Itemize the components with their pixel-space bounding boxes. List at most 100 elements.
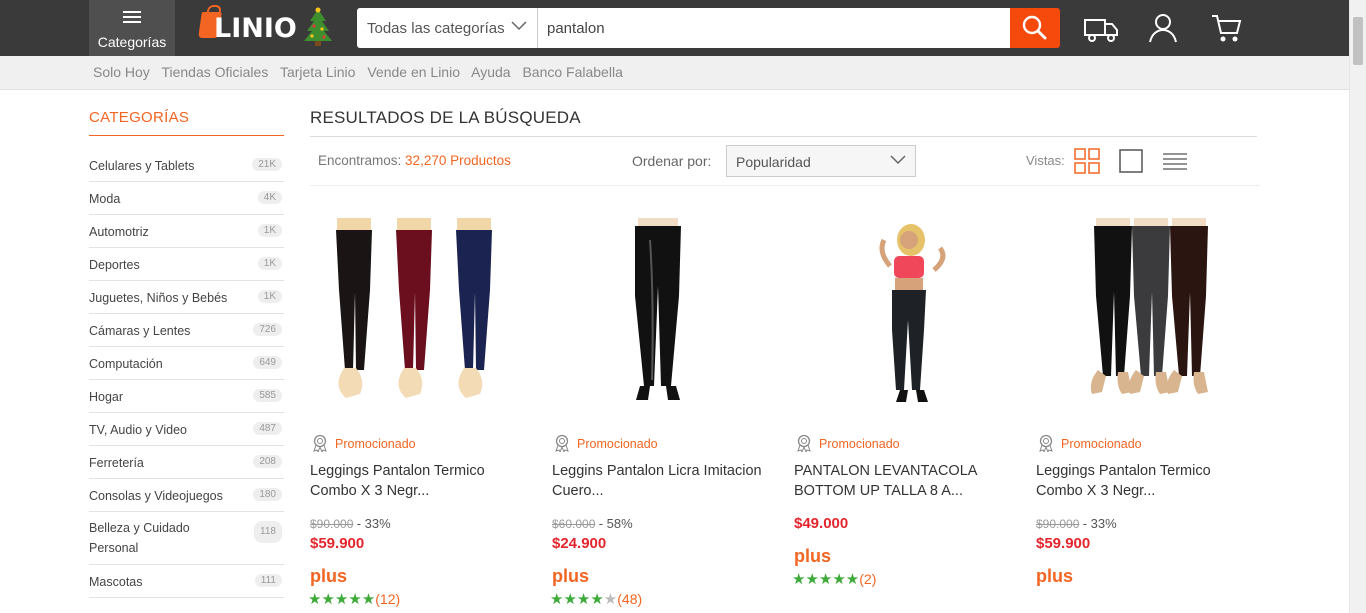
views-label: Vistas: [1026,153,1065,168]
product-card[interactable]: Promocionado PANTALON LEVANTACOLA BOTTOM… [792,200,1024,613]
strikethrough-price: $90.000 [310,517,354,531]
nav-link-ayuda[interactable]: Ayuda [471,64,510,80]
review-count[interactable]: (12) [375,591,400,607]
category-label: Hogar [89,390,124,404]
results-count: Encontramos: 32,270 Productos [318,153,511,168]
category-label: Ferretería [89,456,144,470]
sidebar-title-underline [89,135,284,136]
product-name[interactable]: Leggings Pantalon Termico Combo X 3 Negr… [1036,461,1261,501]
user-icon[interactable] [1148,12,1178,44]
search-bar: Todas las categorías [357,8,1060,48]
plus-badge: plus [794,546,832,566]
category-count: 649 [253,356,282,369]
sort-select[interactable]: Popularidad [726,145,916,177]
award-icon [555,434,569,454]
single-view-icon[interactable] [1118,148,1144,174]
product-card[interactable]: Promocionado Leggings Pantalon Termico C… [1036,200,1266,613]
promoted-label: Promocionado [577,437,658,451]
product-card[interactable]: Promocionado Leggins Pantalon Licra Imit… [550,200,782,613]
product-image [336,218,492,398]
category-item[interactable]: Mascotas 111 [89,565,284,598]
nav-link-banco-falabella[interactable]: Banco Falabella [522,64,622,80]
category-item[interactable]: Belleza y Cuidado Personal 118 [89,512,284,565]
category-item[interactable]: Ferretería 208 [89,446,284,479]
product-image [635,218,681,400]
product-price: $24.900 [552,535,607,552]
plus-badge: plus [552,566,590,586]
secondary-nav: Solo Hoy Tiendas Oficiales Tarjeta Linio… [0,56,1366,90]
promoted-label: Promocionado [1061,437,1142,451]
promoted-label: Promocionado [335,437,416,451]
discount-percent: - 33% [356,516,391,531]
plus-badge: plus [310,566,348,586]
sort-label: Ordenar por: [632,153,712,169]
discount-percent: - 33% [1082,516,1117,531]
category-count: 111 [254,574,282,587]
product-rating: ★★★★★(2) [792,570,876,588]
star-rating-icon: ★★★★★ [550,591,618,608]
page-scrollbar[interactable] [1349,0,1366,613]
nav-link-vende-en-linio[interactable]: Vende en Linio [367,64,460,80]
product-name[interactable]: Leggins Pantalon Licra Imitacion Cuero..… [552,461,777,501]
product-card[interactable]: Promocionado Leggings Pantalon Termico C… [308,200,540,613]
search-icon [1022,15,1047,40]
star-rating-icon: ★★★★★ [792,571,860,588]
list-view-icon[interactable] [1162,148,1188,174]
category-item[interactable]: Cámaras y Lentes 726 [89,314,284,347]
search-input[interactable] [538,8,1010,48]
category-item[interactable]: Moda 4K [89,182,284,215]
category-item[interactable]: Consolas y Videojuegos 180 [89,479,284,512]
hamburger-icon [123,11,141,23]
category-count: 208 [253,455,282,468]
scrollbar-thumb[interactable] [1353,17,1363,65]
promoted-label: Promocionado [819,437,900,451]
category-label: Celulares y Tablets [89,159,195,173]
category-item[interactable]: TV, Audio y Video 487 [89,413,284,446]
category-count: 118 [254,521,282,543]
top-bar: Categorías LINIO Todas las categorías [0,0,1366,56]
product-price: $59.900 [1036,535,1091,552]
nav-link-solo-hoy[interactable]: Solo Hoy [93,64,150,80]
categories-menu-button[interactable]: Categorías [89,0,175,56]
nav-link-tarjeta-linio[interactable]: Tarjeta Linio [280,64,356,80]
category-item[interactable]: Celulares y Tablets 21K [89,149,284,182]
category-item[interactable]: Computación 649 [89,347,284,380]
nav-link-tiendas-oficiales[interactable]: Tiendas Oficiales [161,64,268,80]
category-label: Computación [89,357,163,371]
grid-view-icon[interactable] [1074,148,1100,174]
shopping-cart-icon[interactable] [1210,12,1242,44]
category-label: Consolas y Videojuegos [89,489,223,503]
category-label: Moda [89,192,121,206]
chevron-down-icon [511,21,527,31]
review-count[interactable]: (48) [617,591,642,607]
category-label: Automotriz [89,225,149,239]
results-divider [310,136,1257,137]
plus-badge: plus [1036,566,1074,586]
category-count: 21K [252,158,282,171]
category-count: 180 [253,488,282,501]
linio-logo[interactable]: LINIO [198,10,300,44]
category-count: 1K [257,290,282,303]
category-item[interactable]: Juguetes, Niños y Bebés 1K [89,281,284,314]
search-category-select[interactable]: Todas las categorías [357,8,538,48]
strikethrough-price: $60.000 [552,517,596,531]
category-count: 4K [257,191,282,204]
promoted-badge: Promocionado [554,434,658,454]
category-item[interactable]: Deportes 1K [89,248,284,281]
sort-value: Popularidad [736,154,811,170]
delivery-truck-icon[interactable] [1083,12,1119,44]
product-price: $59.900 [310,535,365,552]
award-icon [1039,434,1053,454]
product-name[interactable]: Leggings Pantalon Termico Combo X 3 Negr… [310,461,535,501]
category-item[interactable]: Automotriz 1K [89,215,284,248]
product-name[interactable]: PANTALON LEVANTACOLA BOTTOM UP TALLA 8 A… [794,461,1019,501]
category-item[interactable]: Hogar 585 [89,380,284,413]
award-icon [797,434,811,454]
category-count: 487 [253,422,282,435]
discount-percent: - 58% [598,516,633,531]
review-count[interactable]: (2) [859,571,876,587]
product-rating: ★★★★★(12) [308,590,400,608]
strikethrough-price: $90.000 [1036,517,1080,531]
search-button[interactable] [1010,8,1060,48]
category-label: Juguetes, Niños y Bebés [89,291,228,305]
